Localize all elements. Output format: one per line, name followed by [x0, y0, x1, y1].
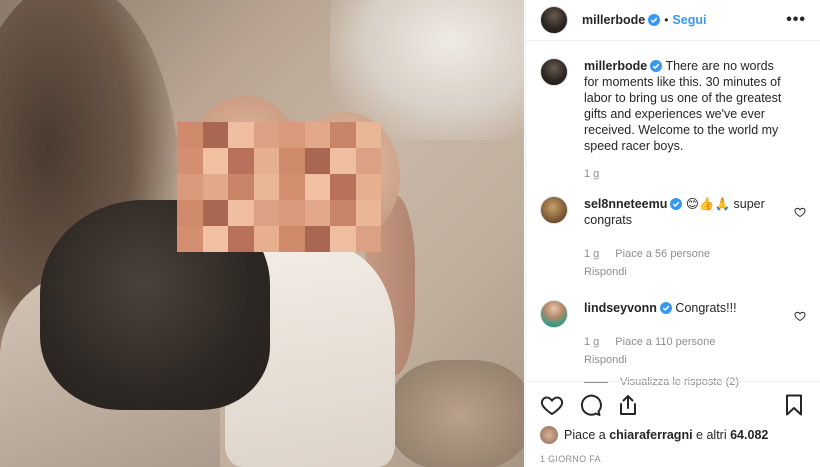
- comment-likes[interactable]: Piace a 110 persone: [615, 334, 715, 350]
- caption-text: There are no words for moments like this…: [584, 59, 782, 153]
- share-icon[interactable]: [616, 393, 640, 417]
- censor-pixel: [304, 122, 330, 148]
- action-icons: [540, 392, 806, 418]
- censor-pixel: [253, 174, 279, 200]
- verified-icon: [650, 60, 663, 72]
- censor-pixel: [202, 148, 228, 174]
- censor-pixel: [177, 148, 203, 174]
- rug: [390, 360, 524, 467]
- censor-pixel: [355, 148, 381, 174]
- censor-pixel: [177, 226, 203, 252]
- liked-by-count[interactable]: 64.082: [730, 428, 768, 442]
- comment-body: lindseyvonn Congrats!!! 1 g Piace a 110 …: [584, 300, 806, 368]
- liked-by-suffix: e altri: [696, 428, 727, 442]
- comment-meta: 1 g Piace a 110 persone: [584, 334, 786, 350]
- censor-pixel: [202, 122, 228, 148]
- comment-text: Congrats!!!: [675, 301, 737, 315]
- liked-by-prefix: Piace a: [564, 428, 606, 442]
- censor-pixel: [330, 174, 356, 200]
- caption: millerbode There are no words for moment…: [540, 58, 806, 182]
- censor-pixel: [304, 200, 330, 226]
- reply-button[interactable]: Rispondi: [584, 352, 786, 368]
- comment-likes[interactable]: Piace a 56 persone: [615, 246, 710, 262]
- post-image[interactable]: [0, 0, 524, 467]
- censor-pixel: [304, 148, 330, 174]
- censor-pixel: [253, 200, 279, 226]
- comment-icon[interactable]: [578, 393, 602, 417]
- censor-pixel: [355, 200, 381, 226]
- censor-pixel: [253, 122, 279, 148]
- reply-button[interactable]: Rispondi: [584, 264, 786, 280]
- caption-body: millerbode There are no words for moment…: [584, 58, 806, 182]
- censor-pixel: [279, 148, 305, 174]
- censor-pixel: [330, 148, 356, 174]
- censor-pixel: [177, 200, 203, 226]
- censor-pixel: [355, 122, 381, 148]
- censor-pixel: [228, 122, 254, 148]
- avatar[interactable]: [540, 426, 558, 444]
- censor-pixel: [228, 174, 254, 200]
- post-date[interactable]: 1 GIORNO FA: [540, 454, 806, 464]
- comment-username[interactable]: lindseyvonn: [584, 301, 657, 315]
- comment-body: sel8nneteemu 😊👍🙏 super congrats 1 g Piac…: [584, 196, 806, 280]
- censor-pixel: [202, 226, 228, 252]
- heart-icon[interactable]: [794, 206, 806, 218]
- censor-pixel: [279, 226, 305, 252]
- censor-pixel: [279, 122, 305, 148]
- pixelated-censor: [177, 122, 381, 252]
- avatar[interactable]: [540, 58, 568, 86]
- censor-pixel: [253, 148, 279, 174]
- separator-dot: •: [664, 13, 669, 27]
- censor-pixel: [177, 122, 203, 148]
- post-actions: Piace a chiaraferragni e altri 64.082 1 …: [526, 381, 820, 467]
- comment-username[interactable]: sel8nneteemu: [584, 197, 667, 211]
- censor-pixel: [355, 174, 381, 200]
- censor-pixel: [202, 174, 228, 200]
- heart-icon[interactable]: [794, 310, 806, 322]
- comment-time[interactable]: 1 g: [584, 334, 599, 350]
- author-username[interactable]: millerbode: [582, 13, 645, 27]
- caption-meta: 1 g: [584, 166, 786, 182]
- post-details-panel: millerbode • Segui ••• millerbode There …: [525, 0, 820, 467]
- bookmark-icon[interactable]: [782, 393, 806, 417]
- verified-icon: [659, 302, 672, 314]
- censor-pixel: [228, 226, 254, 252]
- censor-pixel: [202, 200, 228, 226]
- censor-pixel: [355, 226, 381, 252]
- caption-time[interactable]: 1 g: [584, 166, 599, 182]
- caption-username[interactable]: millerbode: [584, 59, 647, 73]
- censor-pixel: [228, 148, 254, 174]
- censor-pixel: [279, 174, 305, 200]
- liked-by: Piace a chiaraferragni e altri 64.082: [540, 426, 806, 444]
- avatar[interactable]: [540, 300, 568, 328]
- comments-list: millerbode There are no words for moment…: [526, 58, 820, 388]
- follow-button[interactable]: Segui: [672, 13, 706, 27]
- censor-pixel: [330, 200, 356, 226]
- comment-item: lindseyvonn Congrats!!! 1 g Piace a 110 …: [540, 300, 806, 368]
- censor-pixel: [228, 200, 254, 226]
- post-header: millerbode • Segui •••: [526, 0, 820, 41]
- avatar[interactable]: [540, 196, 568, 224]
- verified-icon: [670, 198, 683, 210]
- comment-meta: 1 g Piace a 56 persone: [584, 246, 786, 262]
- more-options-icon[interactable]: •••: [786, 11, 806, 29]
- censor-pixel: [304, 226, 330, 252]
- heart-icon[interactable]: [540, 393, 564, 417]
- liked-by-user[interactable]: chiaraferragni: [609, 428, 692, 442]
- censor-pixel: [177, 174, 203, 200]
- comment-time[interactable]: 1 g: [584, 246, 599, 262]
- censor-pixel: [253, 226, 279, 252]
- avatar[interactable]: [540, 6, 568, 34]
- censor-pixel: [330, 122, 356, 148]
- censor-pixel: [304, 174, 330, 200]
- comment-item: sel8nneteemu 😊👍🙏 super congrats 1 g Piac…: [540, 196, 806, 280]
- censor-pixel: [330, 226, 356, 252]
- censor-pixel: [279, 200, 305, 226]
- verified-icon: [648, 14, 661, 26]
